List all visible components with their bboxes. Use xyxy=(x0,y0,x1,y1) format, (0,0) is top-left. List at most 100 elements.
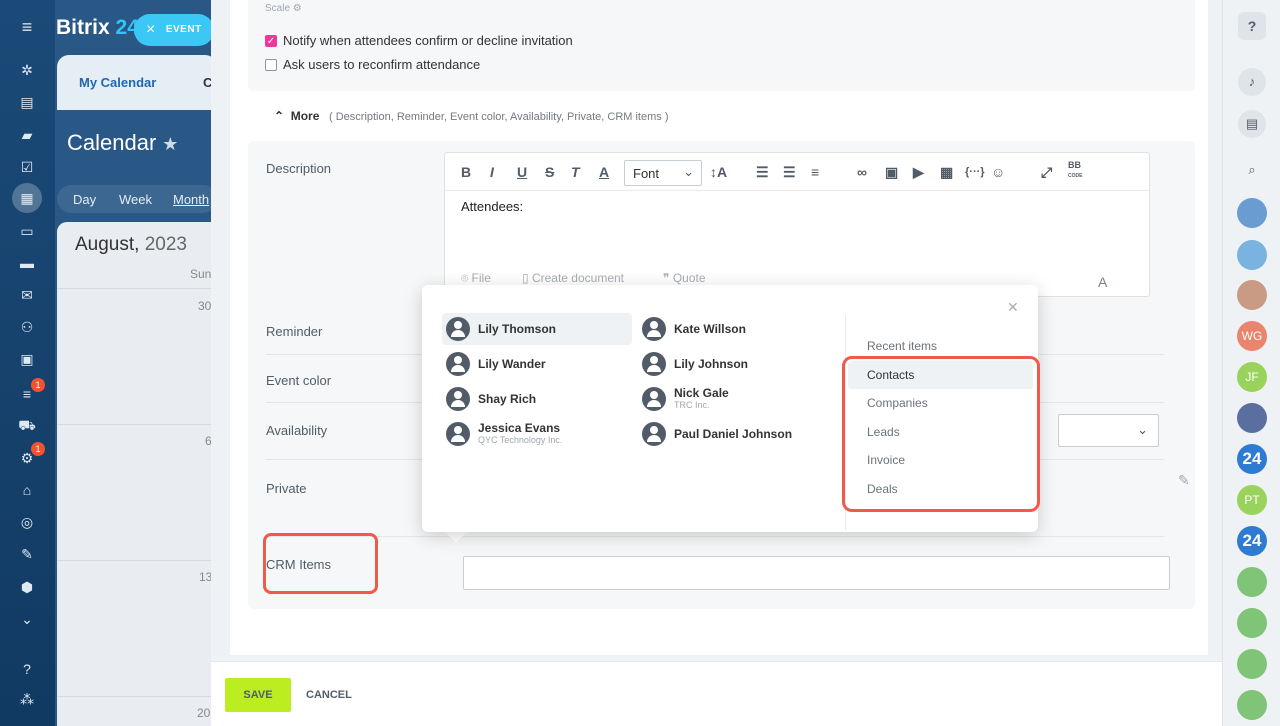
form-footer: SAVE CANCEL xyxy=(211,661,1222,726)
drive-icon[interactable]: ▬ xyxy=(18,254,36,272)
crm-items-input[interactable] xyxy=(463,556,1170,590)
save-button[interactable]: SAVE xyxy=(225,678,291,712)
list-item[interactable]: Lily Johnson xyxy=(638,348,828,380)
day-cell[interactable]: 20 xyxy=(197,706,210,720)
file-action[interactable]: ⌾ File xyxy=(461,271,491,286)
paperclip-icon: ⌾ xyxy=(461,271,469,285)
notify-checkbox[interactable]: ✓ xyxy=(265,35,277,47)
shop-icon[interactable]: ⛟ xyxy=(18,416,36,434)
underline-icon[interactable]: U xyxy=(517,164,527,180)
clear-format-icon[interactable]: T xyxy=(571,164,580,180)
more-icon[interactable]: ⌄ xyxy=(18,610,36,628)
table-icon[interactable]: ▦ xyxy=(940,164,953,181)
chat-avatar[interactable]: PT xyxy=(1237,485,1267,515)
cancel-button[interactable]: CANCEL xyxy=(306,689,352,701)
messenger-icon[interactable]: ▤ xyxy=(1238,110,1266,138)
chat-avatar[interactable]: JF xyxy=(1237,362,1267,392)
star-icon[interactable]: ★ xyxy=(162,134,178,154)
create-document-action[interactable]: ▯ Create document xyxy=(522,271,624,285)
person-name: Jessica Evans xyxy=(478,421,561,435)
notify-label: Notify when attendees confirm or decline… xyxy=(283,33,573,48)
fullscreen-icon[interactable]: ⤢ xyxy=(1041,164,1052,181)
more-toggle[interactable]: ⌃ More xyxy=(274,109,319,123)
tasks-icon[interactable]: ☑ xyxy=(18,158,36,176)
pin-icon[interactable]: ✎ xyxy=(1178,472,1190,489)
quote-action[interactable]: ❞ Quote xyxy=(663,271,706,285)
font-select[interactable]: Font ⌄ xyxy=(624,160,702,186)
groups-icon[interactable]: ⚇ xyxy=(18,318,36,336)
text-color-icon[interactable]: A xyxy=(599,164,609,180)
align-icon[interactable]: ≡ xyxy=(811,164,819,180)
chat-avatar[interactable] xyxy=(1237,280,1267,310)
italic-icon[interactable]: I xyxy=(490,164,494,180)
company-icon[interactable]: ⌂ xyxy=(18,481,36,499)
code-icon[interactable]: {···} xyxy=(965,166,985,178)
help-icon[interactable]: ? xyxy=(1238,12,1266,40)
list-item[interactable]: Lily Thomson xyxy=(442,313,632,345)
availability-label: Availability xyxy=(266,423,328,438)
document-icon: ▯ xyxy=(522,271,529,285)
search-icon[interactable]: ⌕ xyxy=(1238,156,1266,184)
bold-icon[interactable]: B xyxy=(461,164,471,180)
tab-my-calendar[interactable]: My Calendar xyxy=(79,75,156,90)
crm-selector-popup: ✕ Lily Thomson Kate Willson Lily Wander … xyxy=(422,285,1040,532)
emoji-icon[interactable]: ☺ xyxy=(991,164,1005,180)
chat-avatar[interactable] xyxy=(1237,690,1267,720)
help-icon[interactable]: ? xyxy=(18,660,36,678)
text-format-icon[interactable]: A xyxy=(1098,274,1107,290)
day-cell[interactable]: 30 xyxy=(198,299,211,313)
gear-icon[interactable]: ⚙ xyxy=(293,3,302,14)
contacts-icon[interactable]: ▣ xyxy=(18,350,36,368)
view-month[interactable]: Month xyxy=(173,192,209,207)
bell-icon[interactable]: ♪ xyxy=(1238,68,1266,96)
bbcode-icon[interactable]: BB CODE xyxy=(1068,161,1082,181)
sitemap-icon[interactable]: ⁂ xyxy=(18,690,36,708)
chat-avatar[interactable] xyxy=(1237,608,1267,638)
list-item[interactable]: Kate Willson xyxy=(638,313,828,345)
list-item[interactable]: Nick Gale TRC Inc. xyxy=(638,383,828,415)
chat-avatar[interactable] xyxy=(1237,198,1267,228)
private-label: Private xyxy=(266,481,307,496)
numbered-list-icon[interactable]: ☰ xyxy=(756,164,769,181)
chat-avatar[interactable] xyxy=(1237,403,1267,433)
image-icon[interactable]: ▣ xyxy=(885,164,898,181)
link-icon[interactable]: ∞ xyxy=(857,164,867,180)
font-size-icon[interactable]: ↕A xyxy=(710,164,727,180)
feed-icon[interactable]: ▤ xyxy=(18,93,36,111)
calendar-grid: August, 2023 Sun 30 6 13 20 xyxy=(57,222,217,726)
bullet-list-icon[interactable]: ☰ xyxy=(783,164,796,181)
list-item[interactable]: Paul Daniel Johnson xyxy=(638,418,828,450)
chevron-down-icon: ⌄ xyxy=(1137,422,1148,437)
event-button[interactable]: × EVENT xyxy=(134,14,214,46)
chat-avatar[interactable]: WG xyxy=(1237,321,1267,351)
scale-label: Scale ⚙ xyxy=(265,3,302,14)
docs-icon[interactable]: ▭ xyxy=(18,222,36,240)
strikethrough-icon[interactable]: S xyxy=(545,164,554,180)
calendar-icon[interactable]: ▦ xyxy=(18,189,36,207)
crm-badge: 1 xyxy=(31,378,45,392)
view-week[interactable]: Week xyxy=(119,192,152,207)
chat-avatar[interactable] xyxy=(1237,240,1267,270)
marketing-icon[interactable]: ◎ xyxy=(18,513,36,531)
description-editor[interactable]: B I U S T A Font ⌄ ↕A ☰ ☰ ≡ ∞ ▣ ▶ ▦ {···}… xyxy=(444,152,1150,297)
activity-icon[interactable]: ✲ xyxy=(18,61,36,79)
chat-avatar[interactable] xyxy=(1237,567,1267,597)
view-day[interactable]: Day xyxy=(73,192,96,207)
inventory-icon[interactable]: ⬢ xyxy=(18,578,36,596)
menu-icon[interactable]: ≡ xyxy=(18,18,36,36)
chevron-up-icon: ⌃ xyxy=(274,109,285,123)
mail-icon[interactable]: ✉ xyxy=(18,286,36,304)
chat-avatar[interactable] xyxy=(1237,649,1267,679)
chat-avatar[interactable]: 24 xyxy=(1237,444,1267,474)
close-icon[interactable]: ✕ xyxy=(1007,299,1019,316)
sign-icon[interactable]: ✎ xyxy=(18,545,36,563)
reconfirm-checkbox[interactable] xyxy=(265,59,277,71)
chat-icon[interactable]: ▰ xyxy=(18,126,36,144)
video-icon[interactable]: ▶ xyxy=(913,164,924,181)
chat-avatar[interactable]: 24 xyxy=(1237,526,1267,556)
availability-select[interactable]: ⌄ xyxy=(1058,414,1159,447)
list-item[interactable]: Jessica Evans QYC Technology Inc. xyxy=(442,418,632,450)
editor-content[interactable]: Attendees: xyxy=(461,199,523,214)
list-item[interactable]: Shay Rich xyxy=(442,383,632,415)
list-item[interactable]: Lily Wander xyxy=(442,348,632,380)
